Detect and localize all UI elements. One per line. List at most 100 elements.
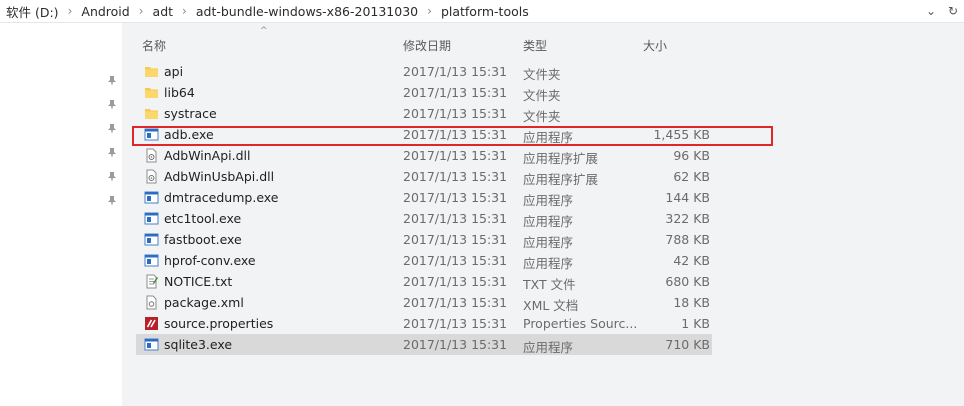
pin-icon[interactable] [106,147,118,159]
file-name: NOTICE.txt [164,274,233,289]
file-type: TXT 文件 [523,277,576,292]
pin-icon[interactable] [106,195,118,207]
file-name: source.properties [164,316,274,331]
history-dropdown-button[interactable]: ⌄ [920,0,942,22]
column-header-size[interactable]: 大小 [643,37,667,54]
column-header-date[interactable]: 修改日期 [403,37,451,54]
breadcrumb-adt-bundle[interactable]: adt-bundle-windows-x86-20131030 [196,4,418,19]
folder-icon [144,85,159,100]
file-row[interactable]: AdbWinUsbApi.dll 2017/1/13 15:31 应用程序扩展 62 … [136,166,712,187]
exe-icon [144,211,159,226]
address-bar[interactable]: 软件 (D:) › Android › adt › adt-bundle-win… [0,0,964,23]
chevron-right-icon[interactable]: › [68,4,73,18]
sort-ascending-icon: ^ [260,26,268,36]
file-size: 322 KB [665,211,710,226]
file-modified-date: 2017/1/13 15:31 [403,169,508,184]
file-name: fastboot.exe [164,232,242,247]
file-name: lib64 [164,85,195,100]
file-modified-date: 2017/1/13 15:31 [403,106,508,121]
file-row[interactable]: etc1tool.exe 2017/1/13 15:31 应用程序 322 KB [136,208,712,229]
file-row[interactable]: adb.exe 2017/1/13 15:31 应用程序 1,455 KB [136,124,712,145]
file-name: etc1tool.exe [164,211,242,226]
dll-icon [144,169,159,184]
file-type: 应用程序 [523,130,574,145]
file-size: 42 KB [673,253,710,268]
breadcrumb: 软件 (D:) › Android › adt › adt-bundle-win… [0,0,529,22]
chevron-right-icon[interactable]: › [182,4,187,18]
xml-icon [144,295,159,310]
refresh-icon: ↻ [947,4,959,18]
file-size: 1,455 KB [653,127,710,142]
file-modified-date: 2017/1/13 15:31 [403,64,508,79]
file-row[interactable]: fastboot.exe 2017/1/13 15:31 应用程序 788 KB [136,229,712,250]
file-size: 96 KB [673,148,710,163]
file-row[interactable]: dmtracedump.exe 2017/1/13 15:31 应用程序 144 KB [136,187,712,208]
file-type: 应用程序 [523,340,574,355]
folder-icon [144,64,159,79]
file-type: 应用程序 [523,214,574,229]
file-type: 文件夹 [523,67,561,82]
properties-icon [144,316,159,331]
file-modified-date: 2017/1/13 15:31 [403,148,508,163]
file-name: AdbWinUsbApi.dll [164,169,275,184]
dll-icon [144,148,159,163]
folder-icon [144,106,159,121]
file-modified-date: 2017/1/13 15:31 [403,232,508,247]
refresh-button[interactable]: ↻ [942,0,964,22]
file-size: 144 KB [665,190,710,205]
pin-icon[interactable] [106,99,118,111]
file-type: 应用程序扩展 [523,172,599,187]
breadcrumb-android[interactable]: Android [81,4,129,19]
file-size: 680 KB [665,274,710,289]
navigation-pane [0,23,122,406]
exe-icon [144,253,159,268]
file-name: adb.exe [164,127,214,142]
file-type: 文件夹 [523,88,561,103]
file-size: 710 KB [665,337,710,352]
breadcrumb-adt[interactable]: adt [153,4,174,19]
chevron-right-icon[interactable]: › [139,4,144,18]
file-modified-date: 2017/1/13 15:31 [403,85,508,100]
file-row[interactable]: AdbWinApi.dll 2017/1/13 15:31 应用程序扩展 96 KB [136,145,712,166]
column-header-type[interactable]: 类型 [523,37,547,54]
file-modified-date: 2017/1/13 15:31 [403,274,508,289]
file-name: dmtracedump.exe [164,190,279,205]
file-name: api [164,64,184,79]
chevron-right-icon[interactable]: › [427,4,432,18]
file-row[interactable]: source.properties 2017/1/13 15:31 Properti… [136,313,712,334]
file-row[interactable]: package.xml 2017/1/13 15:31 XML 文档 18 KB [136,292,712,313]
file-size: 62 KB [673,169,710,184]
file-list-pane: ^ 名称 修改日期 类型 大小 api 2017/1/13 15:31 文件夹 lib… [122,23,964,406]
file-type: 应用程序 [523,193,574,208]
file-row[interactable]: sqlite3.exe 2017/1/13 15:31 应用程序 710 KB [136,334,712,355]
file-name: hprof-conv.exe [164,253,256,268]
file-explorer-window: 软件 (D:) › Android › adt › adt-bundle-win… [0,0,964,406]
file-row[interactable]: systrace 2017/1/13 15:31 文件夹 [136,103,712,124]
file-type: 应用程序 [523,256,574,271]
file-type: XML 文档 [523,298,579,313]
file-name: systrace [164,106,217,121]
txt-icon [144,274,159,289]
file-modified-date: 2017/1/13 15:31 [403,211,508,226]
file-name: AdbWinApi.dll [164,148,251,163]
file-name: sqlite3.exe [164,337,233,352]
file-modified-date: 2017/1/13 15:31 [403,127,508,142]
file-row[interactable]: api 2017/1/13 15:31 文件夹 [136,61,712,82]
pin-icon[interactable] [106,171,118,183]
file-row[interactable]: lib64 2017/1/13 15:31 文件夹 [136,82,712,103]
file-size: 18 KB [673,295,710,310]
file-name: package.xml [164,295,244,310]
breadcrumb-drive[interactable]: 软件 (D:) [6,2,59,21]
pin-icon[interactable] [106,123,118,135]
file-size: 1 KB [681,316,710,331]
pin-icon[interactable] [106,75,118,87]
column-headers: ^ 名称 修改日期 类型 大小 [122,23,964,61]
file-modified-date: 2017/1/13 15:31 [403,337,508,352]
column-header-name[interactable]: 名称 [142,37,166,54]
file-row[interactable]: NOTICE.txt 2017/1/13 15:31 TXT 文件 680 KB [136,271,712,292]
breadcrumb-platform-tools[interactable]: platform-tools [441,4,529,19]
file-row[interactable]: hprof-conv.exe 2017/1/13 15:31 应用程序 42 KB [136,250,712,271]
exe-icon [144,190,159,205]
chevron-down-icon: ⌄ [925,4,937,18]
file-type: 应用程序 [523,235,574,250]
